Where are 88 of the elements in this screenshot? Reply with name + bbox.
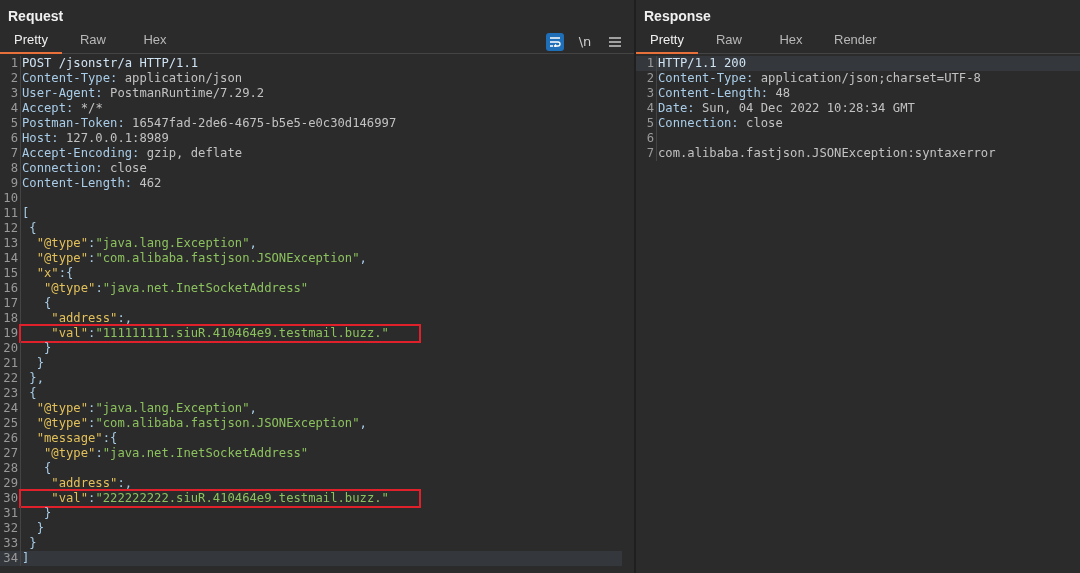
code-line: Connection: close (21, 161, 147, 176)
code-line: Accept: */* (21, 101, 103, 116)
code-line: Connection: close (657, 116, 783, 131)
line-number: 23 (0, 386, 21, 401)
code-line: Host: 127.0.0.1:8989 (21, 131, 169, 146)
line-number: 30 (0, 491, 21, 506)
tab[interactable]: Hex (124, 29, 186, 54)
line-number: 7 (0, 146, 21, 161)
line-number: 31 (0, 506, 21, 521)
tab[interactable]: Pretty (636, 29, 698, 54)
code-line: } (28, 536, 37, 551)
line-number: 24 (0, 401, 21, 416)
code-line: com.alibaba.fastjson.JSONException:syntaxerror (657, 146, 996, 161)
line-number: 12 (0, 221, 21, 236)
code-line: { (28, 221, 37, 236)
line-number: 15 (0, 266, 21, 281)
line-number: 19 (0, 326, 21, 341)
code-line: "@type":"com.alibaba.fastjson.JSONException", (35, 416, 367, 431)
code-line: HTTP/1.1 200 (657, 56, 747, 71)
line-number: 5 (0, 116, 21, 131)
line-number: 10 (0, 191, 21, 206)
line-number: 28 (0, 461, 21, 476)
line-number: 2 (636, 71, 657, 86)
tab[interactable]: Render (822, 29, 889, 54)
code-line: User-Agent: PostmanRuntime/7.29.2 (21, 86, 265, 101)
line-number: 1 (0, 56, 21, 71)
panel-title: Response (643, 7, 712, 26)
line-number: 5 (636, 116, 657, 131)
line-number: 16 (0, 281, 21, 296)
line-number: 26 (0, 431, 21, 446)
wrap-icon[interactable] (546, 32, 564, 51)
line-number: 21 (0, 356, 21, 371)
line-number: 13 (0, 236, 21, 251)
tab[interactable]: Raw (698, 29, 760, 54)
line-number: 2 (0, 71, 21, 86)
line-number: 20 (0, 341, 21, 356)
code-line: { (28, 386, 37, 401)
line-number: 6 (0, 131, 21, 146)
tab[interactable]: Hex (760, 29, 822, 54)
code-line: } (43, 506, 52, 521)
line-number: 29 (0, 476, 21, 491)
line-number: 3 (636, 86, 657, 101)
line-number: 9 (0, 176, 21, 191)
code-line: "@type":"java.net.InetSocketAddress" (43, 281, 309, 296)
line-number: 7 (636, 146, 657, 161)
newline-toggle[interactable]: \n (576, 32, 594, 51)
tab[interactable]: Pretty (0, 29, 62, 54)
line-number: 14 (0, 251, 21, 266)
code-line: "@type":"com.alibaba.fastjson.JSONException", (35, 251, 367, 266)
code-line: { (43, 461, 52, 476)
line-number: 1 (636, 56, 657, 71)
line-number: 11 (0, 206, 21, 221)
line-number: 25 (0, 416, 21, 431)
line-number: 18 (0, 311, 21, 326)
code-line: Postman-Token: 16547fad-2de6-4675-b5e5-e0c30d146997 (21, 116, 397, 131)
code-line: POST /jsonstr/a HTTP/1.1 (21, 56, 199, 71)
line-number: 4 (636, 101, 657, 116)
code-line: Content-Length: 48 (657, 86, 791, 101)
code-line: }, (28, 371, 44, 386)
line-number: 8 (0, 161, 21, 176)
code-line: Accept-Encoding: gzip, deflate (21, 146, 243, 161)
code-line: Content-Type: application/json;charset=UTF-8 (657, 71, 981, 86)
line-number: 27 (0, 446, 21, 461)
panel-title: Request (7, 7, 65, 26)
code-line: Date: Sun, 04 Dec 2022 10:28:34 GMT (657, 101, 915, 116)
code-line: "@type":"java.lang.Exception", (35, 236, 257, 251)
code-line: "x":{ (35, 266, 74, 281)
line-number: 22 (0, 371, 21, 386)
code-line: } (43, 341, 52, 356)
code-line: Content-Length: 462 (21, 176, 162, 191)
code-line: "message":{ (35, 431, 118, 446)
code-line: ] (21, 551, 30, 566)
tab[interactable]: Raw (62, 29, 124, 54)
line-number: 6 (636, 131, 657, 146)
code-line: { (43, 296, 52, 311)
code-line: "@type":"java.net.InetSocketAddress" (43, 446, 309, 461)
code-line: "address":, (50, 311, 133, 326)
line-number: 34 (0, 551, 21, 566)
code-line: } (35, 356, 44, 371)
code-line: [ (21, 206, 30, 221)
code-line: Content-Type: application/json (21, 71, 243, 86)
line-number: 32 (0, 521, 21, 536)
code-line: "@type":"java.lang.Exception", (35, 401, 257, 416)
line-number: 3 (0, 86, 21, 101)
code-line: "address":, (50, 476, 133, 491)
line-number: 4 (0, 101, 21, 116)
line-number: 17 (0, 296, 21, 311)
code-line: } (35, 521, 44, 536)
